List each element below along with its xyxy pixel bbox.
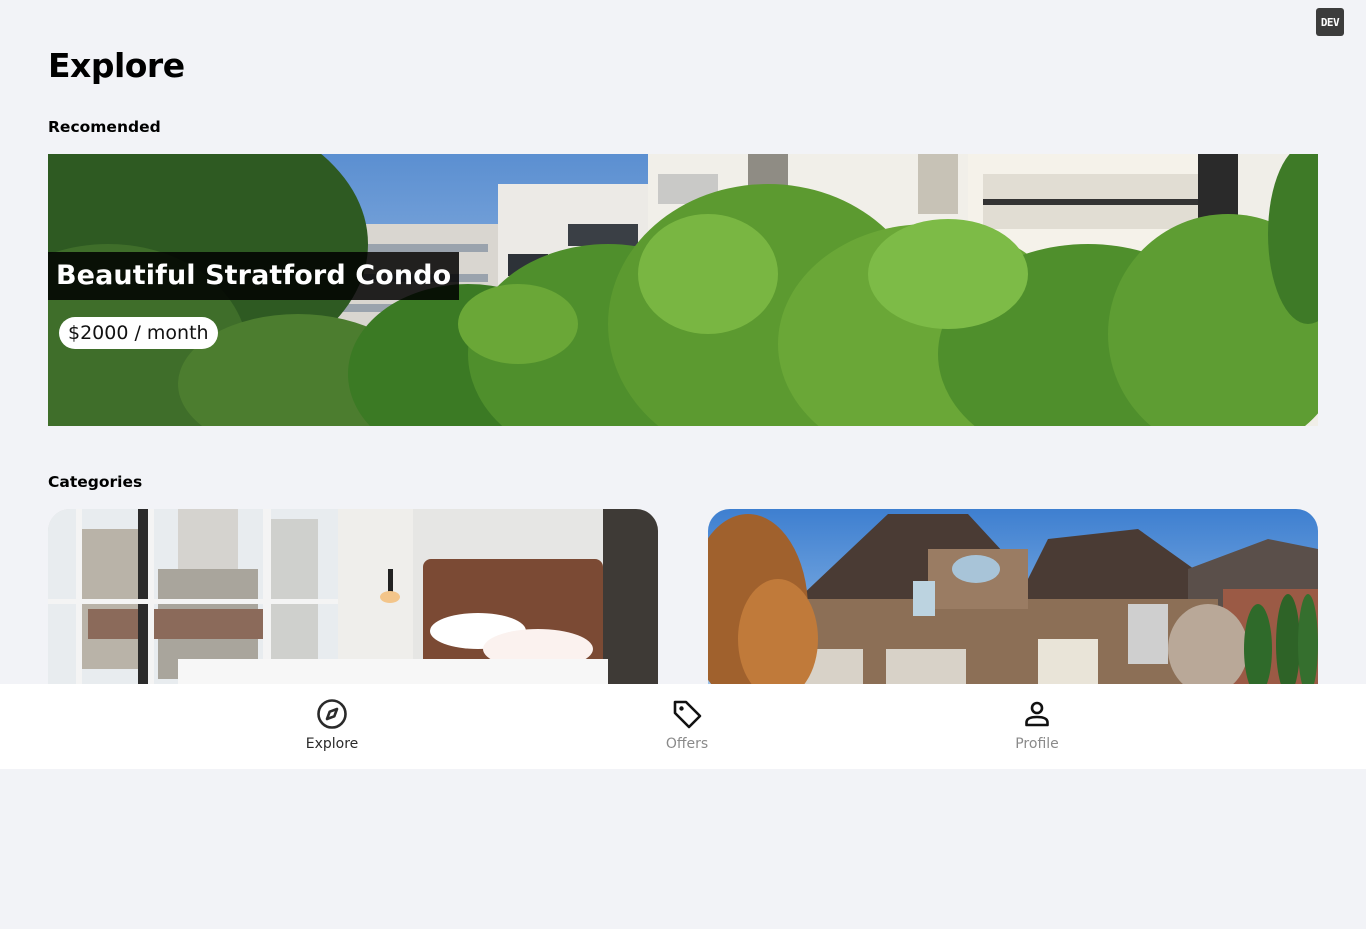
tab-offers[interactable]: Offers [627, 684, 747, 769]
category-card-house[interactable] [708, 509, 1318, 684]
bottom-tab-bar: Explore Offers Profile [0, 684, 1366, 769]
compass-icon [317, 699, 347, 729]
house-photo [708, 509, 1318, 684]
category-card-apartment[interactable] [48, 509, 658, 684]
tab-offers-label: Offers [665, 736, 709, 752]
tab-explore[interactable]: Explore [272, 684, 392, 769]
tab-profile-label: Profile [1015, 736, 1059, 752]
listing-price-badge: $2000 / month [59, 317, 218, 349]
bedroom-photo [48, 509, 658, 684]
categories-section-label: Categories [48, 473, 143, 491]
tab-explore-label: Explore [305, 736, 359, 752]
app-root: DEV Explore Recomended Beautiful Stratfo… [0, 0, 1366, 929]
listing-title: Beautiful Stratford Condo [48, 252, 460, 300]
page-title: Explore [48, 46, 185, 85]
tab-profile[interactable]: Profile [977, 684, 1097, 769]
dev-badge[interactable]: DEV [1316, 8, 1344, 36]
person-icon [1025, 701, 1049, 727]
recommended-section-label: Recomended [48, 118, 161, 136]
tag-icon [673, 700, 702, 729]
recommended-listing-card[interactable]: Beautiful Stratford Condo $2000 / month [48, 154, 1318, 426]
